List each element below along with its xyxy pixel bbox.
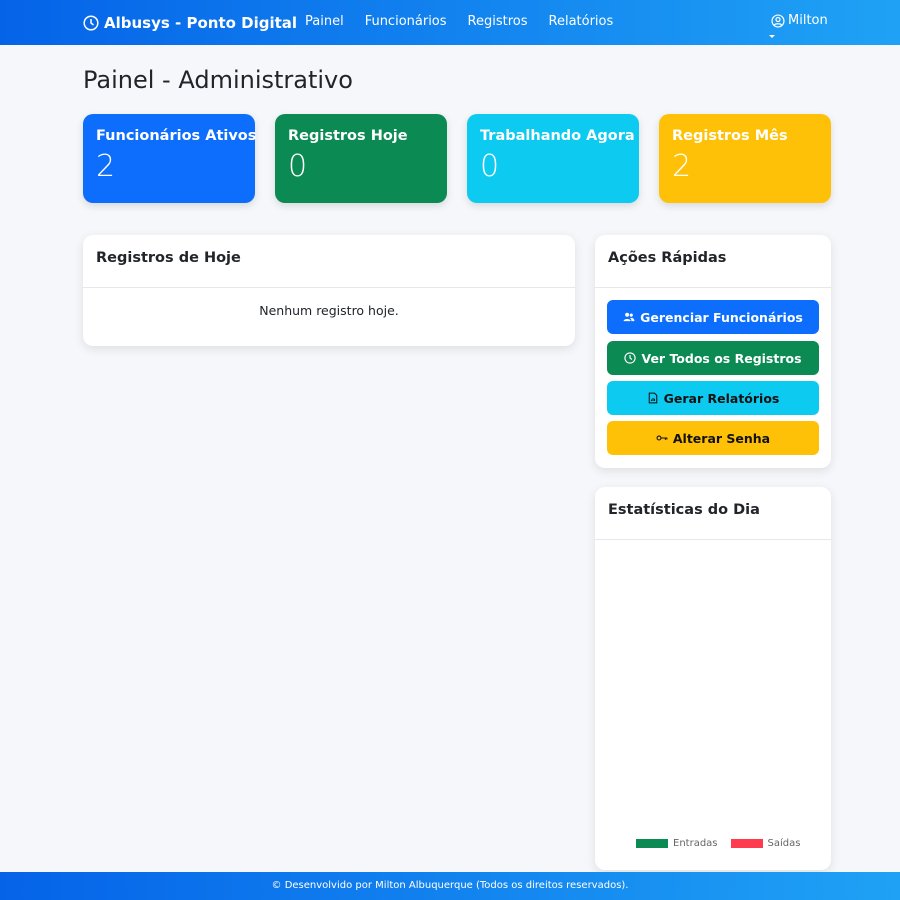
quick-actions-panel: Ações Rápidas Gerenciar Funcionários Ver… <box>595 235 831 468</box>
nav-link-relatorios[interactable]: Relatórios <box>549 14 614 29</box>
panel-title: Registros de Hoje <box>83 235 575 288</box>
legend-item-entradas[interactable]: Entradas <box>636 838 718 849</box>
clock-icon <box>624 352 637 364</box>
brand-link[interactable]: Albusys - Ponto Digital <box>83 12 297 34</box>
change-password-button[interactable]: Alterar Senha <box>607 421 819 455</box>
button-label: Gerenciar Funcionários <box>640 309 803 325</box>
users-icon <box>623 312 635 322</box>
clock-icon <box>83 15 99 31</box>
stat-value: 0 <box>288 149 308 184</box>
chevron-down-icon <box>769 35 775 38</box>
panel-title: Ações Rápidas <box>595 235 831 288</box>
top-navbar: Albusys - Ponto Digital Painel Funcionár… <box>0 0 900 45</box>
stat-label: Registros Hoje <box>288 128 408 144</box>
legend-swatch <box>636 839 668 848</box>
user-name: Milton <box>788 13 828 28</box>
view-all-records-button[interactable]: Ver Todos os Registros <box>607 341 819 375</box>
legend-swatch <box>730 839 763 848</box>
stat-label: Funcionários Ativos <box>96 128 257 144</box>
stat-value: 2 <box>672 149 692 184</box>
file-chart-icon <box>648 392 657 404</box>
button-label: Ver Todos os Registros <box>641 350 802 366</box>
page-title: Painel - Administrativo <box>83 66 353 94</box>
generate-reports-button[interactable]: Gerar Relatórios <box>607 381 819 415</box>
stat-card-trabalhando-agora: Trabalhando Agora 0 <box>467 114 639 203</box>
day-stats-chart <box>595 540 831 870</box>
brand-label: Albusys - Ponto Digital <box>104 14 298 32</box>
stat-value: 0 <box>480 149 500 184</box>
nav-link-funcionarios[interactable]: Funcionários <box>365 14 447 29</box>
user-menu-dropdown[interactable]: Milton <box>771 13 828 28</box>
day-stats-panel: Estatísticas do Dia Entradas Saídas <box>595 487 831 870</box>
chart-legend: Entradas Saídas <box>636 838 808 849</box>
button-label: Alterar Senha <box>672 430 771 446</box>
user-circle-icon <box>771 13 785 28</box>
empty-message: Nenhum registro hoje. <box>259 303 399 318</box>
manage-employees-button[interactable]: Gerenciar Funcionários <box>607 300 819 334</box>
footer-text: © Desenvolvido por Milton Albuquerque (T… <box>271 880 629 891</box>
nav-links: Painel Funcionários Registros Relatórios <box>305 14 613 29</box>
stat-card-registros-hoje: Registros Hoje 0 <box>275 114 447 203</box>
legend-item-saidas[interactable]: Saídas <box>730 838 801 849</box>
stat-card-registros-mes: Registros Mês 2 <box>659 114 831 203</box>
key-icon <box>656 435 668 441</box>
legend-label: Entradas <box>673 838 718 849</box>
panel-title: Estatísticas do Dia <box>595 487 831 540</box>
stat-card-funcionarios-ativos: Funcionários Ativos 2 <box>83 114 257 203</box>
today-records-panel: Registros de Hoje Nenhum registro hoje. <box>83 235 575 346</box>
nav-link-registros[interactable]: Registros <box>468 14 528 29</box>
stat-label: Trabalhando Agora <box>480 128 635 144</box>
stat-value: 2 <box>96 149 116 184</box>
stat-label: Registros Mês <box>672 128 788 144</box>
page-footer: © Desenvolvido por Milton Albuquerque (T… <box>0 872 900 900</box>
button-label: Gerar Relatórios <box>663 390 780 406</box>
nav-link-painel[interactable]: Painel <box>305 14 344 29</box>
legend-label: Saídas <box>767 838 801 849</box>
